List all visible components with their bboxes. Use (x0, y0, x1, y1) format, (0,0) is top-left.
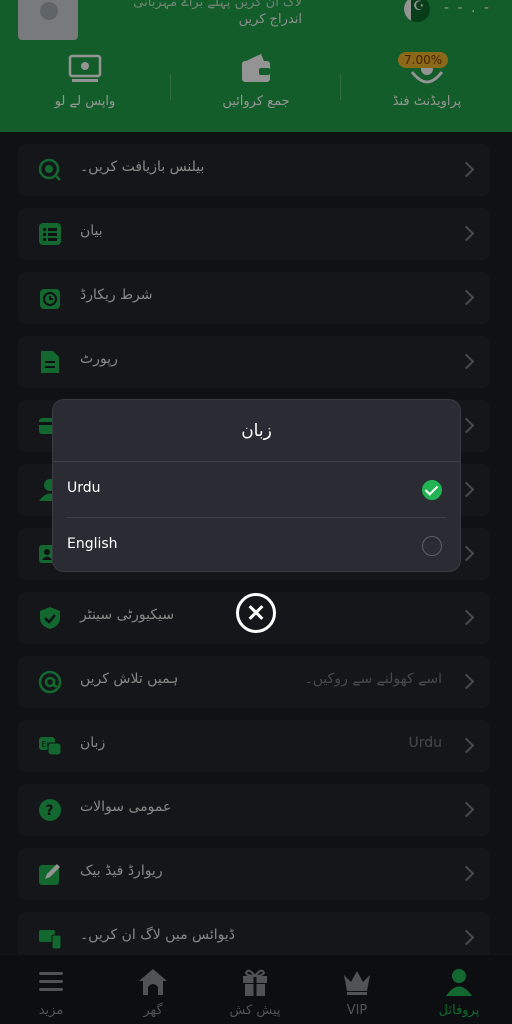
option-label: English (67, 536, 118, 552)
language-option-english[interactable]: English (67, 517, 446, 572)
option-label: Urdu (67, 480, 101, 496)
close-icon[interactable] (236, 593, 276, 633)
radio-unchecked-icon[interactable] (422, 536, 442, 556)
language-dialog: زبان Urdu English (52, 399, 461, 572)
dialog-title: زبان (53, 400, 460, 462)
language-option-urdu[interactable]: Urdu (67, 462, 446, 517)
check-icon[interactable] (422, 480, 442, 500)
